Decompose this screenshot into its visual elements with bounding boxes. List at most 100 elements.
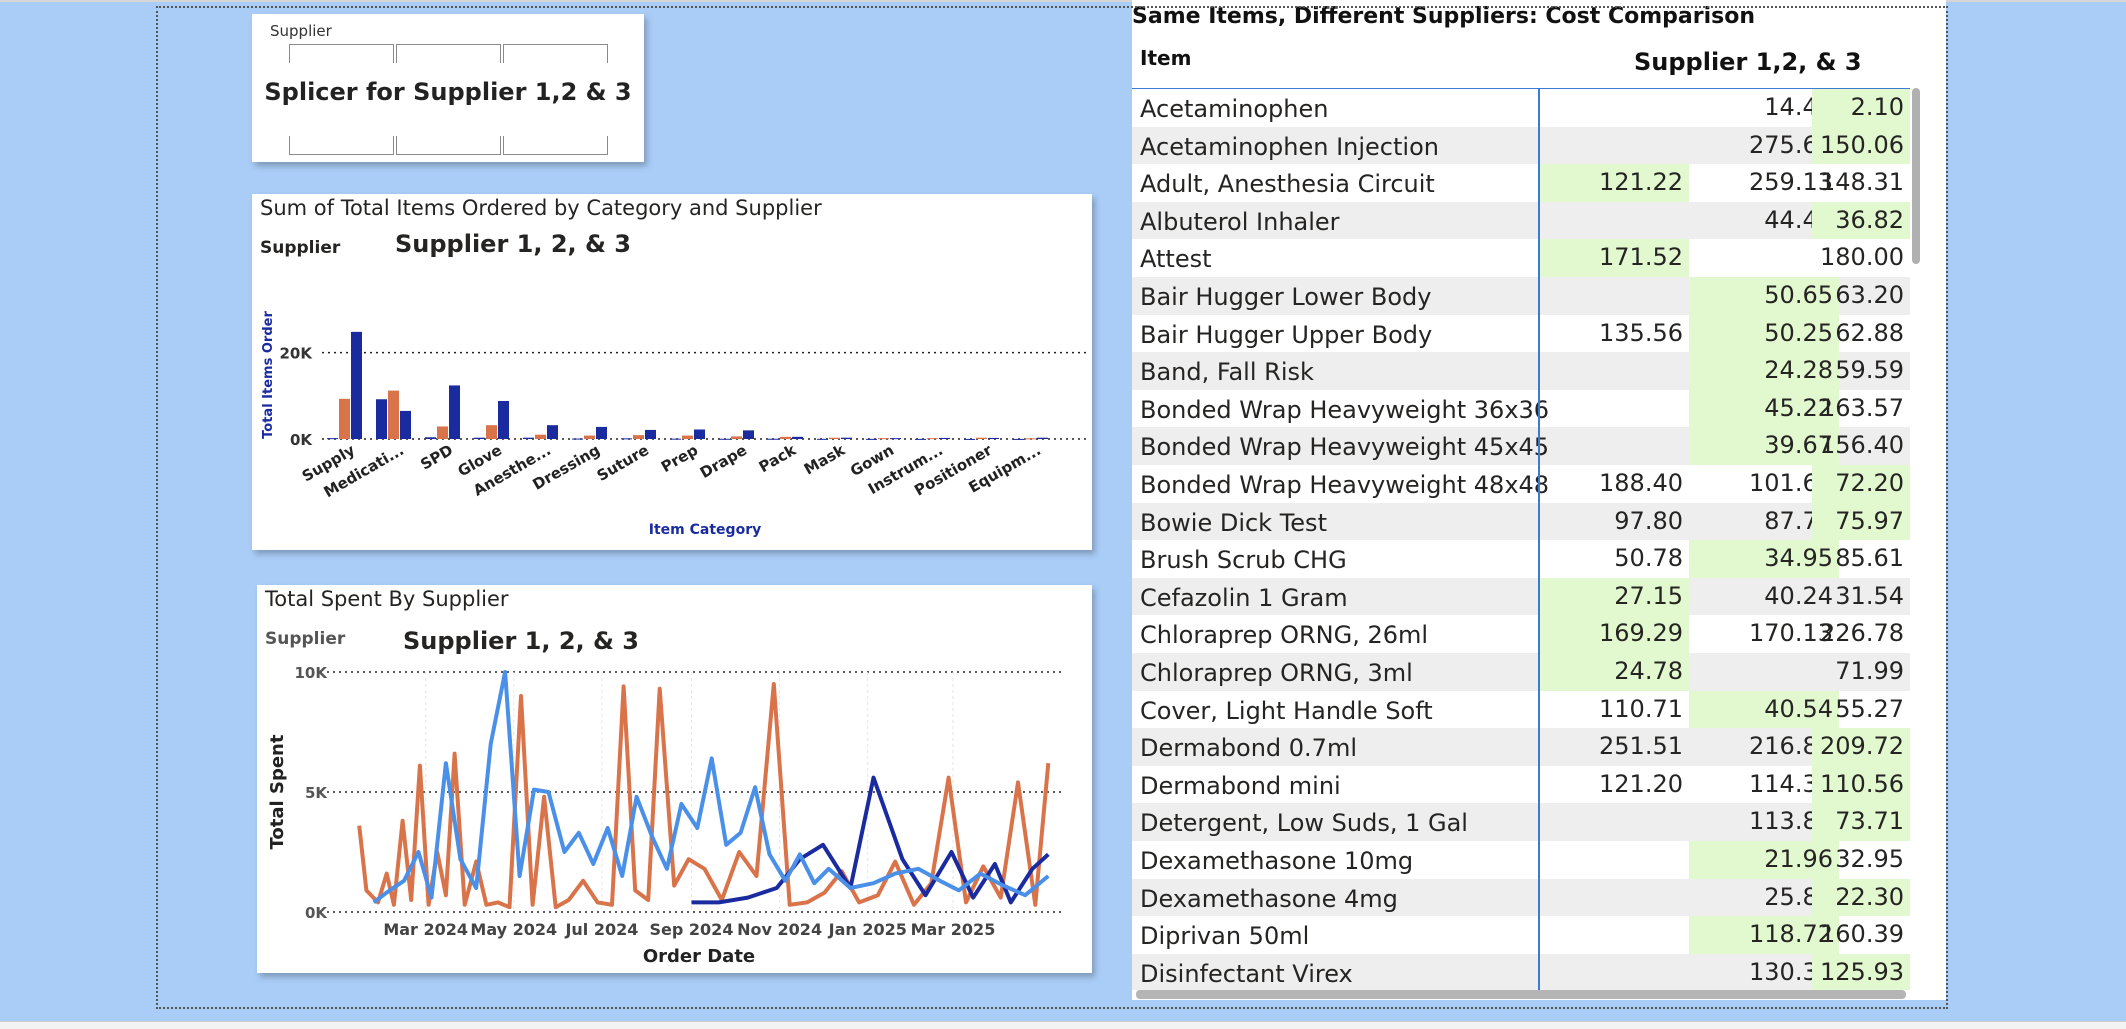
supplier-3-cost: 22.30 — [1812, 878, 1910, 917]
bar-supply-series-3 — [351, 331, 362, 439]
x-tick-label: Nov 2024 — [737, 920, 822, 939]
table-row[interactable]: Bowie Dick Test 97.80 87.78 75.97 — [1132, 502, 1910, 541]
bar-dressing-series-3 — [596, 426, 607, 439]
bar-anesthe-series-1 — [523, 437, 534, 439]
table-row[interactable]: Cefazolin 1 Gram 27.15 40.24 31.54 — [1132, 577, 1910, 616]
table-row[interactable]: Bonded Wrap Heavyweight 36x36 45.22 163.57 — [1132, 389, 1910, 428]
bar-medicati-series-1 — [376, 399, 387, 439]
slicer-label: Supplier — [270, 22, 332, 40]
bar-glove-series-2 — [486, 425, 497, 439]
table-row[interactable]: Dexamethasone 10mg 21.96 32.95 — [1132, 841, 1910, 879]
line-chart-card[interactable]: Total Spent By Supplier Supplier Supplie… — [257, 585, 1092, 973]
table-row[interactable]: Cover, Light Handle Soft 110.71 40.54 55.27 — [1132, 690, 1910, 729]
bar-chart-card[interactable]: Sum of Total Items Ordered by Category a… — [252, 194, 1092, 550]
slicer-option-4[interactable] — [289, 136, 394, 155]
table-horizontal-scrollbar[interactable] — [1136, 990, 1906, 999]
table-row[interactable]: Albuterol Inhaler 44.46 36.82 — [1132, 201, 1910, 240]
item-name: Band, Fall Risk — [1140, 358, 1314, 387]
table-title: Same Items, Different Suppliers: Cost Co… — [1132, 4, 1755, 29]
table-row[interactable]: Dermabond 0.7ml 251.51 216.88 209.72 — [1132, 728, 1910, 766]
item-name: Cefazolin 1 Gram — [1140, 583, 1348, 612]
table-row[interactable]: Adult, Anesthesia Circuit 121.22 259.13 148… — [1132, 164, 1910, 202]
slicer-option-2[interactable] — [396, 44, 501, 63]
bar-prep-series-3 — [694, 429, 705, 439]
bar-suture-series-1 — [621, 438, 632, 440]
item-name: Bonded Wrap Heavyweight 48x48 — [1140, 471, 1550, 499]
bar-prep-series-1 — [670, 438, 681, 440]
report-canvas: Supplier Splicer for Supplier 1,2 & 3 Su… — [0, 0, 2126, 1029]
supplier-3-cost: 150.06 — [1812, 126, 1910, 165]
supplier-1-cost: 24.78 — [1539, 653, 1689, 691]
slicer-option-1[interactable] — [289, 44, 394, 63]
supplier-3-cost: 75.97 — [1812, 502, 1910, 541]
supplier-1-cost — [1539, 841, 1689, 879]
bar-spd-series-1 — [425, 437, 436, 439]
supplier-3-cost: 32.95 — [1835, 845, 1904, 873]
y-axis-label: Total Spent — [267, 734, 288, 849]
supplier-1-cost: 97.80 — [1614, 506, 1683, 535]
table-row[interactable]: Disinfectant Virex 130.34 125.93 — [1132, 953, 1910, 990]
bar-pack-series-2 — [780, 436, 791, 439]
x-tick-label: Jul 2024 — [564, 920, 638, 939]
supplier-3-cost: 110.56 — [1812, 765, 1910, 804]
slicer-title: Splicer for Supplier 1,2 & 3 — [264, 78, 632, 106]
item-name: Attest — [1140, 245, 1212, 274]
bar-gown-series-3 — [890, 438, 901, 440]
bar-spd-series-3 — [449, 385, 460, 439]
supplier-3-cost: 71.99 — [1835, 657, 1904, 685]
supplier-1-cost — [1539, 89, 1689, 127]
item-name: Cover, Light Handle Soft — [1140, 696, 1433, 725]
x-tick-label: May 2024 — [470, 920, 557, 939]
line-chart-plot: 0K 5K 10K Mar 2024 May 2024 Jul 2024 Sep 2024 N… — [267, 664, 1062, 967]
bar-medicati-series-3 — [400, 410, 411, 439]
item-name: Bowie Dick Test — [1140, 508, 1327, 537]
table-row[interactable]: Diprivan 50ml 118.72 160.39 — [1132, 916, 1910, 954]
supplier-3-cost: 160.39 — [1820, 920, 1904, 949]
table-row[interactable]: Bonded Wrap Heavyweight 48x48 188.40 101.6… — [1132, 465, 1910, 503]
table-row[interactable]: Dermabond mini 121.20 114.34 110.56 — [1132, 765, 1910, 804]
supplier-1-cost: 121.22 — [1539, 164, 1689, 202]
table-row[interactable]: Band, Fall Risk 24.28 59.59 — [1132, 352, 1910, 390]
bar-suture-series-3 — [645, 429, 656, 439]
bar-instrum-series-3 — [939, 437, 950, 439]
bar-supply-series-1 — [327, 438, 338, 440]
table-vertical-scrollbar[interactable] — [1912, 88, 1920, 264]
slicer-option-5[interactable] — [396, 136, 501, 155]
bar-instrum-series-2 — [927, 438, 938, 440]
item-name: Bair Hugger Lower Body — [1140, 283, 1432, 311]
table-row[interactable]: Bonded Wrap Heavyweight 45x45 39.67 156.40 — [1132, 427, 1910, 465]
supplier-1-cost — [1539, 916, 1689, 954]
item-name: Dexamethasone 4mg — [1140, 884, 1398, 913]
table-row[interactable]: Acetaminophen Injection 275.69 150.06 — [1132, 126, 1910, 165]
table-row[interactable]: Brush Scrub CHG 50.78 34.95 85.61 — [1132, 540, 1910, 578]
x-tick-label: Mask — [801, 440, 849, 478]
bar-anesthe-series-2 — [535, 434, 546, 439]
table-row[interactable]: Bair Hugger Lower Body 50.65 63.20 — [1132, 277, 1910, 315]
table-row[interactable]: Acetaminophen 14.45 2.10 — [1132, 89, 1910, 127]
table-row[interactable]: Attest 171.52 180.00 — [1132, 239, 1910, 277]
slicer-option-3[interactable] — [503, 44, 608, 63]
bar-drape-series-3 — [743, 430, 754, 439]
x-tick-label: Jan 2025 — [828, 920, 907, 939]
item-name: Albuterol Inhaler — [1140, 207, 1340, 236]
supplier-3-cost: 31.54 — [1835, 581, 1904, 610]
supplier-slicer[interactable]: Supplier Splicer for Supplier 1,2 & 3 — [252, 14, 644, 162]
supplier-3-cost: 73.71 — [1812, 803, 1910, 841]
bar-drape-series-2 — [731, 436, 742, 439]
bar-prep-series-2 — [682, 435, 693, 439]
table-row[interactable]: Detergent, Low Suds, 1 Gal 113.87 73.71 — [1132, 803, 1910, 841]
bar-equipm-series-3 — [1037, 437, 1048, 439]
column-header-supplier[interactable]: Supplier 1,2, & 3 — [1634, 48, 1862, 76]
item-name: Adult, Anesthesia Circuit — [1140, 170, 1435, 199]
slicer-option-6[interactable] — [503, 136, 608, 155]
table-row[interactable]: Bair Hugger Upper Body 135.56 50.25 62.88 — [1132, 314, 1910, 353]
table-row[interactable]: Dexamethasone 4mg 25.81 22.30 — [1132, 878, 1910, 917]
supplier-3-cost: 62.88 — [1835, 318, 1904, 347]
supplier-3-cost: 63.20 — [1835, 281, 1904, 309]
table-row[interactable]: Chloraprep ORNG, 3ml 24.78 71.99 — [1132, 653, 1910, 691]
column-header-item[interactable]: Item — [1140, 46, 1191, 70]
item-name: Brush Scrub CHG — [1140, 546, 1347, 575]
table-row[interactable]: Chloraprep ORNG, 26ml 169.29 170.13 226.78 — [1132, 615, 1910, 653]
item-name: Acetaminophen — [1140, 95, 1329, 123]
item-name: Chloraprep ORNG, 26ml — [1140, 621, 1429, 650]
